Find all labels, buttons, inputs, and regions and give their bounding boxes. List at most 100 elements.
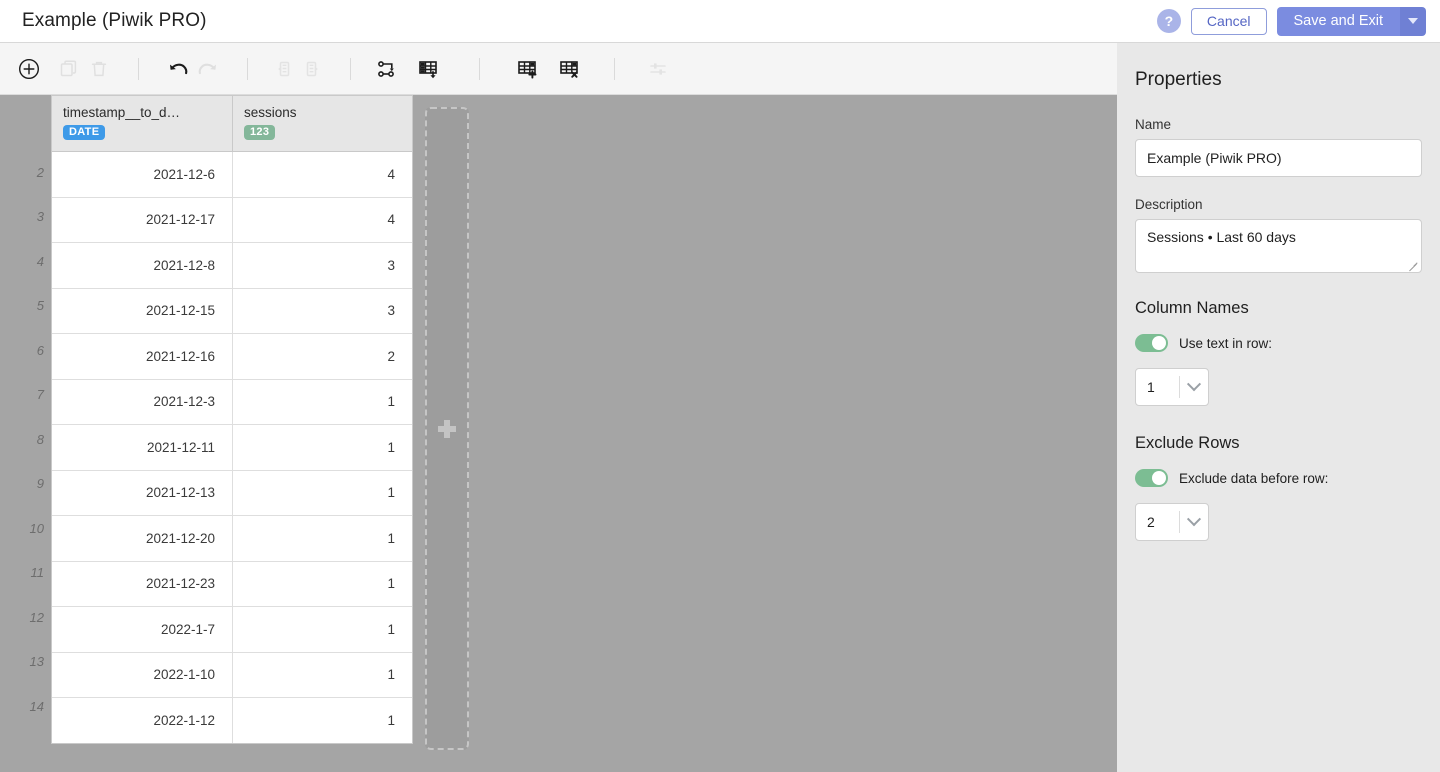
cancel-button[interactable]: Cancel xyxy=(1190,7,1267,35)
column-header-label: timestamp__to_d… xyxy=(63,105,181,120)
cell-date[interactable]: 2021-12-3 xyxy=(52,380,232,425)
cell-sessions[interactable]: 3 xyxy=(232,243,412,288)
exclude-data-before-row-label: Exclude data before row: xyxy=(1179,470,1329,486)
table-row[interactable]: 2021-12-8 3 xyxy=(52,242,412,288)
exclude-rows-row-select[interactable]: 2 xyxy=(1135,503,1209,541)
table-row[interactable]: 2021-12-23 1 xyxy=(52,560,412,607)
cell-date[interactable]: 2021-12-13 xyxy=(52,471,232,516)
exclude-rows-row-value: 2 xyxy=(1147,514,1155,530)
remove-column-button[interactable] xyxy=(556,54,586,84)
settings-sliders-button[interactable] xyxy=(643,54,673,84)
row-number: 12 xyxy=(29,609,44,625)
table-row[interactable]: 2022-1-7 1 xyxy=(52,606,412,652)
table-row[interactable]: 2021-12-20 1 xyxy=(52,515,412,561)
cell-sessions[interactable]: 1 xyxy=(232,652,412,697)
grid-wrapper: 2 3 4 5 6 7 8 9 10 11 12 13 14 timestamp… xyxy=(0,95,469,750)
cell-sessions[interactable]: 3 xyxy=(232,288,412,333)
move-column-right-button[interactable] xyxy=(298,54,328,84)
table-row[interactable]: 2021-12-15 3 xyxy=(52,287,412,334)
cell-date[interactable]: 2021-12-23 xyxy=(52,562,232,607)
row-number: 7 xyxy=(36,387,44,403)
cell-sessions[interactable]: 2 xyxy=(232,334,412,379)
undo-arrow-icon xyxy=(170,63,188,74)
cell-sessions[interactable]: 1 xyxy=(232,425,412,470)
data-prep-editor: Example (Piwik PRO) ? Cancel Save and Ex… xyxy=(0,0,1440,772)
name-input[interactable] xyxy=(1135,139,1422,177)
save-and-exit-button[interactable]: Save and Exit xyxy=(1276,6,1400,36)
copy-icon xyxy=(60,60,77,76)
toolbar-divider xyxy=(479,57,480,80)
cell-sessions[interactable]: 4 xyxy=(232,152,412,197)
append-rows-button[interactable] xyxy=(415,54,445,84)
use-text-in-row-toggle[interactable] xyxy=(1135,334,1168,352)
cell-sessions[interactable]: 1 xyxy=(232,561,412,606)
cell-sessions[interactable]: 1 xyxy=(232,516,412,561)
column-names-row-select[interactable]: 1 xyxy=(1135,368,1209,406)
column-names-section-title: Column Names xyxy=(1135,299,1249,317)
chevron-down-icon xyxy=(1180,512,1208,527)
join-tables-button[interactable] xyxy=(373,54,403,84)
row-number: 4 xyxy=(36,253,44,269)
description-field-label: Description xyxy=(1135,197,1203,212)
table-plus-icon xyxy=(518,60,537,79)
add-step-button[interactable] xyxy=(14,54,44,84)
app-header: Example (Piwik PRO) ? Cancel Save and Ex… xyxy=(0,0,1440,43)
header-actions: ? Cancel Save and Exit xyxy=(1156,6,1426,36)
description-field-wrapper: Sessions • Last 60 days xyxy=(1135,219,1422,273)
cell-date[interactable]: 2021-12-8 xyxy=(52,243,232,288)
cell-date[interactable]: 2022-1-12 xyxy=(52,698,232,743)
exclude-data-before-row-toggle-row: Exclude data before row: xyxy=(1135,469,1422,487)
description-textarea[interactable]: Sessions • Last 60 days xyxy=(1135,219,1422,273)
table-header-row: timestamp__to_d… DATE sessions 123 xyxy=(52,95,412,152)
sliders-icon xyxy=(650,62,666,75)
cell-sessions[interactable]: 1 xyxy=(232,379,412,424)
cell-date[interactable]: 2022-1-10 xyxy=(52,653,232,698)
table-remove-icon xyxy=(560,60,578,78)
column-header-timestamp[interactable]: timestamp__to_d… DATE xyxy=(52,96,232,151)
cell-sessions[interactable]: 1 xyxy=(232,698,412,743)
cell-date[interactable]: 2021-12-20 xyxy=(52,516,232,561)
use-text-in-row-label: Use text in row: xyxy=(1179,335,1273,351)
cell-date[interactable]: 2021-12-11 xyxy=(52,425,232,470)
move-right-icon xyxy=(306,61,318,76)
cell-sessions[interactable]: 1 xyxy=(232,470,412,515)
add-column-placeholder[interactable] xyxy=(425,107,469,750)
use-text-in-row-toggle-row: Use text in row: xyxy=(1135,334,1422,352)
column-header-sessions[interactable]: sessions 123 xyxy=(232,96,412,151)
redo-arrow-icon xyxy=(198,63,216,74)
move-column-left-button[interactable] xyxy=(268,54,298,84)
cell-sessions[interactable]: 1 xyxy=(232,607,412,652)
cell-date[interactable]: 2022-1-7 xyxy=(52,607,232,652)
properties-panel: Properties Name Description Sessions • L… xyxy=(1117,43,1440,772)
table-row[interactable]: 2021-12-17 4 xyxy=(52,196,412,243)
cell-sessions[interactable]: 4 xyxy=(232,197,412,242)
row-number: 11 xyxy=(30,565,45,581)
grid-canvas: 2 3 4 5 6 7 8 9 10 11 12 13 14 timestamp… xyxy=(0,95,1117,772)
delete-button[interactable] xyxy=(84,54,114,84)
help-icon[interactable]: ? xyxy=(1156,9,1181,33)
table-row[interactable]: 2022-1-12 1 xyxy=(52,697,412,743)
gutter-header-spacer xyxy=(0,95,51,150)
row-number: 6 xyxy=(36,342,44,358)
cell-date[interactable]: 2021-12-17 xyxy=(52,198,232,243)
cell-date[interactable]: 2021-12-15 xyxy=(52,289,232,334)
exclude-data-before-row-toggle[interactable] xyxy=(1135,469,1168,487)
undo-button[interactable] xyxy=(163,54,193,84)
table-row[interactable]: 2021-12-13 1 xyxy=(52,469,412,516)
save-options-dropdown-button[interactable] xyxy=(1400,6,1426,36)
cell-date[interactable]: 2021-12-6 xyxy=(52,152,232,197)
table-row[interactable]: 2021-12-6 4 xyxy=(52,152,412,197)
row-number: 5 xyxy=(36,298,44,314)
cell-date[interactable]: 2021-12-16 xyxy=(52,334,232,379)
table-row[interactable]: 2021-12-11 1 xyxy=(52,424,412,470)
column-header-label: sessions xyxy=(244,105,297,120)
redo-button[interactable] xyxy=(193,54,223,84)
table-row[interactable]: 2021-12-16 2 xyxy=(52,333,412,379)
row-number: 13 xyxy=(29,654,44,670)
duplicate-button[interactable] xyxy=(54,54,84,84)
table-row[interactable]: 2021-12-3 1 xyxy=(52,378,412,425)
add-column-button[interactable] xyxy=(514,54,544,84)
table-row[interactable]: 2022-1-10 1 xyxy=(52,651,412,698)
panel-title: Properties xyxy=(1135,69,1222,90)
toolbar-divider xyxy=(138,57,139,80)
